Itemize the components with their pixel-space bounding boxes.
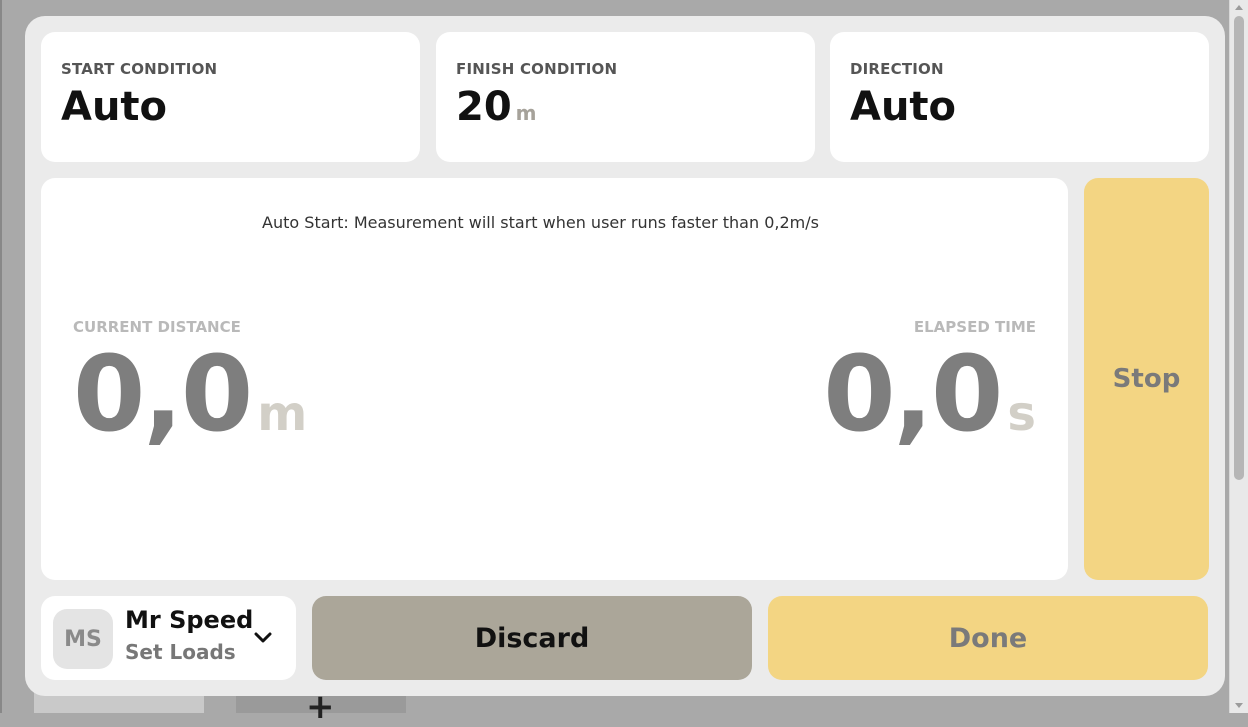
start-condition-card[interactable]: START CONDITION Auto <box>41 32 420 162</box>
scrollbar-thumb[interactable] <box>1234 16 1244 480</box>
finish-condition-unit: m <box>515 101 537 125</box>
scroll-down-arrow-icon[interactable] <box>1235 703 1243 708</box>
user-selector[interactable]: MS Mr Speed Set Loads <box>41 596 296 680</box>
auto-start-note: Auto Start: Measurement will start when … <box>262 213 819 232</box>
avatar: MS <box>53 609 113 669</box>
start-condition-label: START CONDITION <box>61 60 218 78</box>
finish-condition-label: FINISH CONDITION <box>456 60 618 78</box>
user-name: Mr Speed <box>125 606 254 634</box>
measurement-panel: Auto Start: Measurement will start when … <box>41 178 1068 580</box>
user-subtitle: Set Loads <box>125 640 236 664</box>
scroll-up-arrow-icon[interactable] <box>1235 5 1243 10</box>
measurement-modal: START CONDITION Auto FINISH CONDITION 20… <box>25 16 1225 696</box>
start-condition-value: Auto <box>61 84 168 130</box>
elapsed-time-readout: 0,0 s <box>823 334 1036 474</box>
direction-value: Auto <box>850 84 957 130</box>
discard-button[interactable]: Discard <box>312 596 752 680</box>
current-distance-readout: 0,0 m <box>73 334 307 474</box>
finish-condition-value: 20 <box>456 84 512 130</box>
elapsed-time-unit: s <box>1007 386 1036 442</box>
direction-label: DIRECTION <box>850 60 944 78</box>
current-distance-value: 0,0 <box>73 333 253 455</box>
direction-card[interactable]: DIRECTION Auto <box>830 32 1209 162</box>
stop-button[interactable]: Stop <box>1084 178 1209 580</box>
finish-condition-value-row: 20 m <box>456 84 795 136</box>
current-distance-unit: m <box>257 386 308 442</box>
elapsed-time-value: 0,0 <box>823 333 1003 455</box>
finish-condition-card[interactable]: FINISH CONDITION 20 m <box>436 32 815 162</box>
scrollbar[interactable] <box>1229 0 1248 713</box>
done-button[interactable]: Done <box>768 596 1208 680</box>
chevron-down-icon[interactable] <box>251 626 275 650</box>
backdrop-edge <box>0 0 2 713</box>
